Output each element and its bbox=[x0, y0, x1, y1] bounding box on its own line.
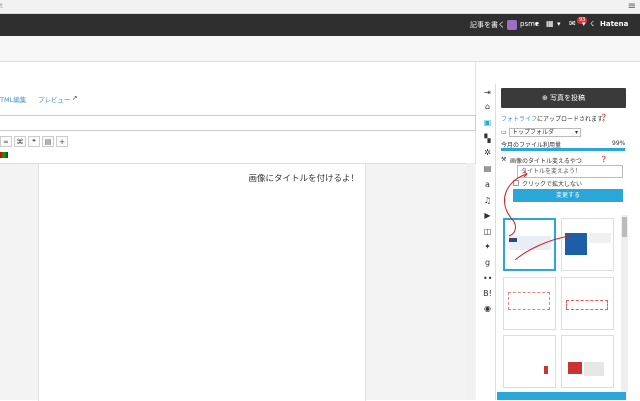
editor-scrollbar[interactable] bbox=[466, 163, 474, 400]
chevron-down-icon[interactable]: ▾ bbox=[582, 20, 586, 28]
write-article-link[interactable]: 記事を書く bbox=[470, 20, 505, 30]
annotation-arrows bbox=[503, 171, 570, 260]
upload-note: フォトライフにアップロードされます。 bbox=[501, 114, 608, 123]
help-icon[interactable]: ❓ bbox=[600, 156, 607, 163]
photo-thumbnail[interactable] bbox=[503, 277, 556, 330]
upload-note-text: にアップロードされます。 bbox=[537, 116, 609, 123]
music-icon[interactable]: ♫ bbox=[483, 196, 492, 205]
url-text[interactable]: t bbox=[0, 2, 3, 10]
format-link-button[interactable]: ∞ bbox=[0, 136, 12, 147]
thumbnail-preview bbox=[544, 366, 548, 374]
annotation-arrow-2 bbox=[514, 235, 570, 260]
flickr-icon[interactable]: •• bbox=[483, 274, 492, 283]
hatena-bookmark-icon[interactable]: B! bbox=[483, 289, 492, 298]
plus-circle-icon: ⊕ bbox=[541, 94, 551, 102]
gear-icon[interactable]: ✲ bbox=[483, 148, 492, 157]
chevron-down-icon[interactable]: ▾ bbox=[535, 20, 539, 28]
google-icon[interactable]: g bbox=[483, 258, 492, 267]
post-photo-label: 写真を投稿 bbox=[550, 94, 586, 102]
clipboard-icon[interactable]: ▤ bbox=[483, 164, 492, 173]
usage-percent: 99% bbox=[612, 140, 626, 147]
editor-content-area[interactable]: 画像にタイトルを付けるよ！ bbox=[0, 163, 476, 401]
chevron-down-icon: ▾ bbox=[574, 129, 578, 136]
hatena-brand[interactable]: Hatena bbox=[600, 20, 628, 28]
hamburger-icon[interactable]: ≡ bbox=[628, 1, 636, 12]
browser-url-bar[interactable]: t ≡ bbox=[0, 0, 640, 14]
thumbnail-preview bbox=[568, 362, 582, 374]
usage-progress-fill bbox=[501, 148, 625, 151]
format-cmd-button[interactable]: ⌘ bbox=[14, 136, 26, 147]
format-more-button[interactable]: + bbox=[56, 136, 68, 147]
hatena-top-bar: 記事を書く psme ▾ ▦ ▾ ✉ 93 ▾ ☇ Hatena bbox=[0, 14, 640, 36]
home-icon[interactable]: ⌂ bbox=[483, 102, 492, 111]
folder-icon: ▭ bbox=[501, 129, 507, 136]
amazon-icon[interactable]: a bbox=[483, 180, 492, 189]
avatar[interactable] bbox=[507, 20, 517, 30]
editor-content-text[interactable]: 画像にタイトルを付けるよ！ bbox=[248, 172, 359, 184]
video-icon[interactable]: ▶ bbox=[483, 211, 492, 220]
twitter-icon[interactable]: ✦ bbox=[483, 242, 492, 251]
article-title-input[interactable] bbox=[0, 115, 476, 131]
external-link-icon[interactable]: ↗ bbox=[72, 94, 77, 102]
github-icon[interactable]: ◉ bbox=[483, 304, 492, 313]
post-photo-button[interactable]: ⊕ 写真を投稿 bbox=[501, 88, 626, 108]
apps-grid-icon[interactable]: ▦ bbox=[546, 19, 554, 28]
photo-thumbnail[interactable] bbox=[561, 277, 614, 330]
thumbnail-preview bbox=[566, 300, 608, 310]
hatena-logo-icon[interactable]: ☇ bbox=[590, 20, 594, 28]
tab-html-edit[interactable]: TML編集 bbox=[0, 94, 26, 104]
sidebar-icon-strip: ⇥ ⌂ ▣ ▚ ✲ ▤ a ♫ ▶ ◫ ✦ g •• B! ◉ bbox=[478, 84, 496, 400]
editor-content-page[interactable]: 画像にタイトルを付けるよ！ bbox=[38, 164, 366, 401]
notification-icon[interactable]: ✉ bbox=[569, 19, 576, 28]
tab-preview[interactable]: プレビュー bbox=[38, 94, 71, 104]
folder-select-value: トップフォルダ bbox=[512, 129, 555, 136]
photo-thumbnail[interactable] bbox=[503, 335, 556, 388]
folder-select[interactable]: トップフォルダ ▾ bbox=[509, 128, 581, 137]
format-table-button[interactable]: ▤ bbox=[42, 136, 54, 147]
sidebar-bottom-bar bbox=[497, 392, 626, 400]
scrollbar-thumb[interactable] bbox=[622, 217, 627, 237]
usage-progress-bar bbox=[501, 148, 626, 151]
text-color-icon[interactable] bbox=[0, 152, 8, 158]
help-icon[interactable]: ❓ bbox=[600, 114, 607, 121]
chevron-down-icon[interactable]: ▾ bbox=[557, 20, 561, 28]
editor-pane: TML編集 プレビュー ↗ ∞ ⌘ ❝ ▤ + 画像にタイトルを付けるよ！ bbox=[0, 62, 476, 401]
photo-thumbnail[interactable] bbox=[561, 335, 614, 388]
secondary-toolbar bbox=[0, 36, 640, 62]
sidebar-scrollbar[interactable] bbox=[621, 215, 628, 393]
format-quote-button[interactable]: ❝ bbox=[28, 136, 40, 147]
thumbnail-preview bbox=[508, 292, 550, 310]
collapse-icon[interactable]: ⇥ bbox=[483, 88, 492, 97]
layout-icon[interactable]: ▚ bbox=[483, 134, 492, 143]
thumbnail-preview bbox=[589, 233, 611, 243]
book-icon[interactable]: ◫ bbox=[483, 227, 492, 236]
thumbnail-preview bbox=[584, 362, 604, 376]
photo-icon[interactable]: ▣ bbox=[483, 118, 492, 127]
fotolife-link[interactable]: フォトライフ bbox=[501, 116, 537, 123]
annotation-arrow-1 bbox=[503, 173, 528, 237]
